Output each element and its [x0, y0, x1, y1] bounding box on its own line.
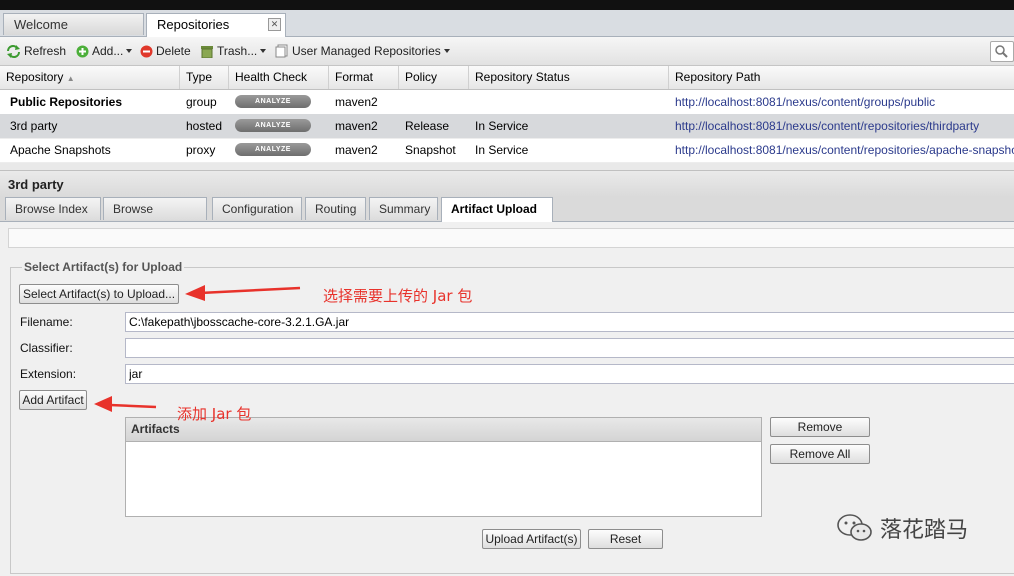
arrow-add-artifact	[94, 396, 157, 412]
annotation-overlay	[94, 285, 301, 412]
wechat-icon	[837, 514, 872, 541]
watermark: 落花踏马	[836, 512, 968, 544]
arrow-select-artifacts	[185, 285, 301, 301]
annotation-select-hint: 选择需要上传的 Jar 包	[323, 287, 473, 305]
annotation-add-hint: 添加 Jar 包	[177, 405, 252, 423]
watermark-text: 落花踏马	[880, 518, 969, 543]
